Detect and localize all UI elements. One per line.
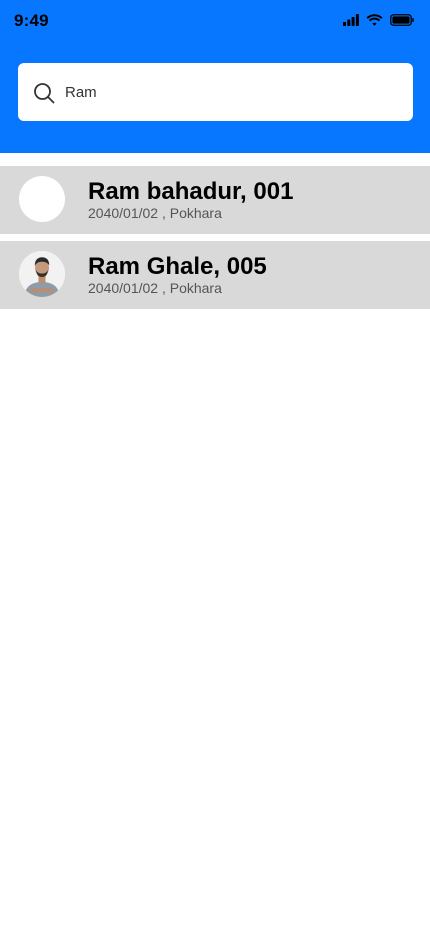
status-time: 9:49 [14,11,49,30]
person-photo-icon [19,251,65,297]
search-box[interactable] [18,63,413,121]
status-bar: 9:49 [0,0,430,44]
list-item[interactable]: Ram bahadur, 001 2040/01/02 , Pokhara [0,166,430,234]
avatar [19,176,65,222]
item-name: Ram Ghale, 005 [88,253,267,280]
header: 9:49 [0,0,430,153]
battery-icon [390,14,414,26]
wifi-icon [366,14,383,26]
item-subtitle: 2040/01/02 , Pokhara [88,205,222,221]
item-name: Ram bahadur, 001 [88,178,294,205]
search-input[interactable] [65,63,395,121]
item-subtitle: 2040/01/02 , Pokhara [88,280,222,296]
cellular-signal-icon [343,14,359,26]
results-list: Ram bahadur, 001 2040/01/02 , Pokhara Ra… [0,166,430,316]
avatar [19,251,65,297]
search-icon[interactable] [33,82,55,104]
status-icons [343,14,414,26]
list-item[interactable]: Ram Ghale, 005 2040/01/02 , Pokhara [0,241,430,309]
